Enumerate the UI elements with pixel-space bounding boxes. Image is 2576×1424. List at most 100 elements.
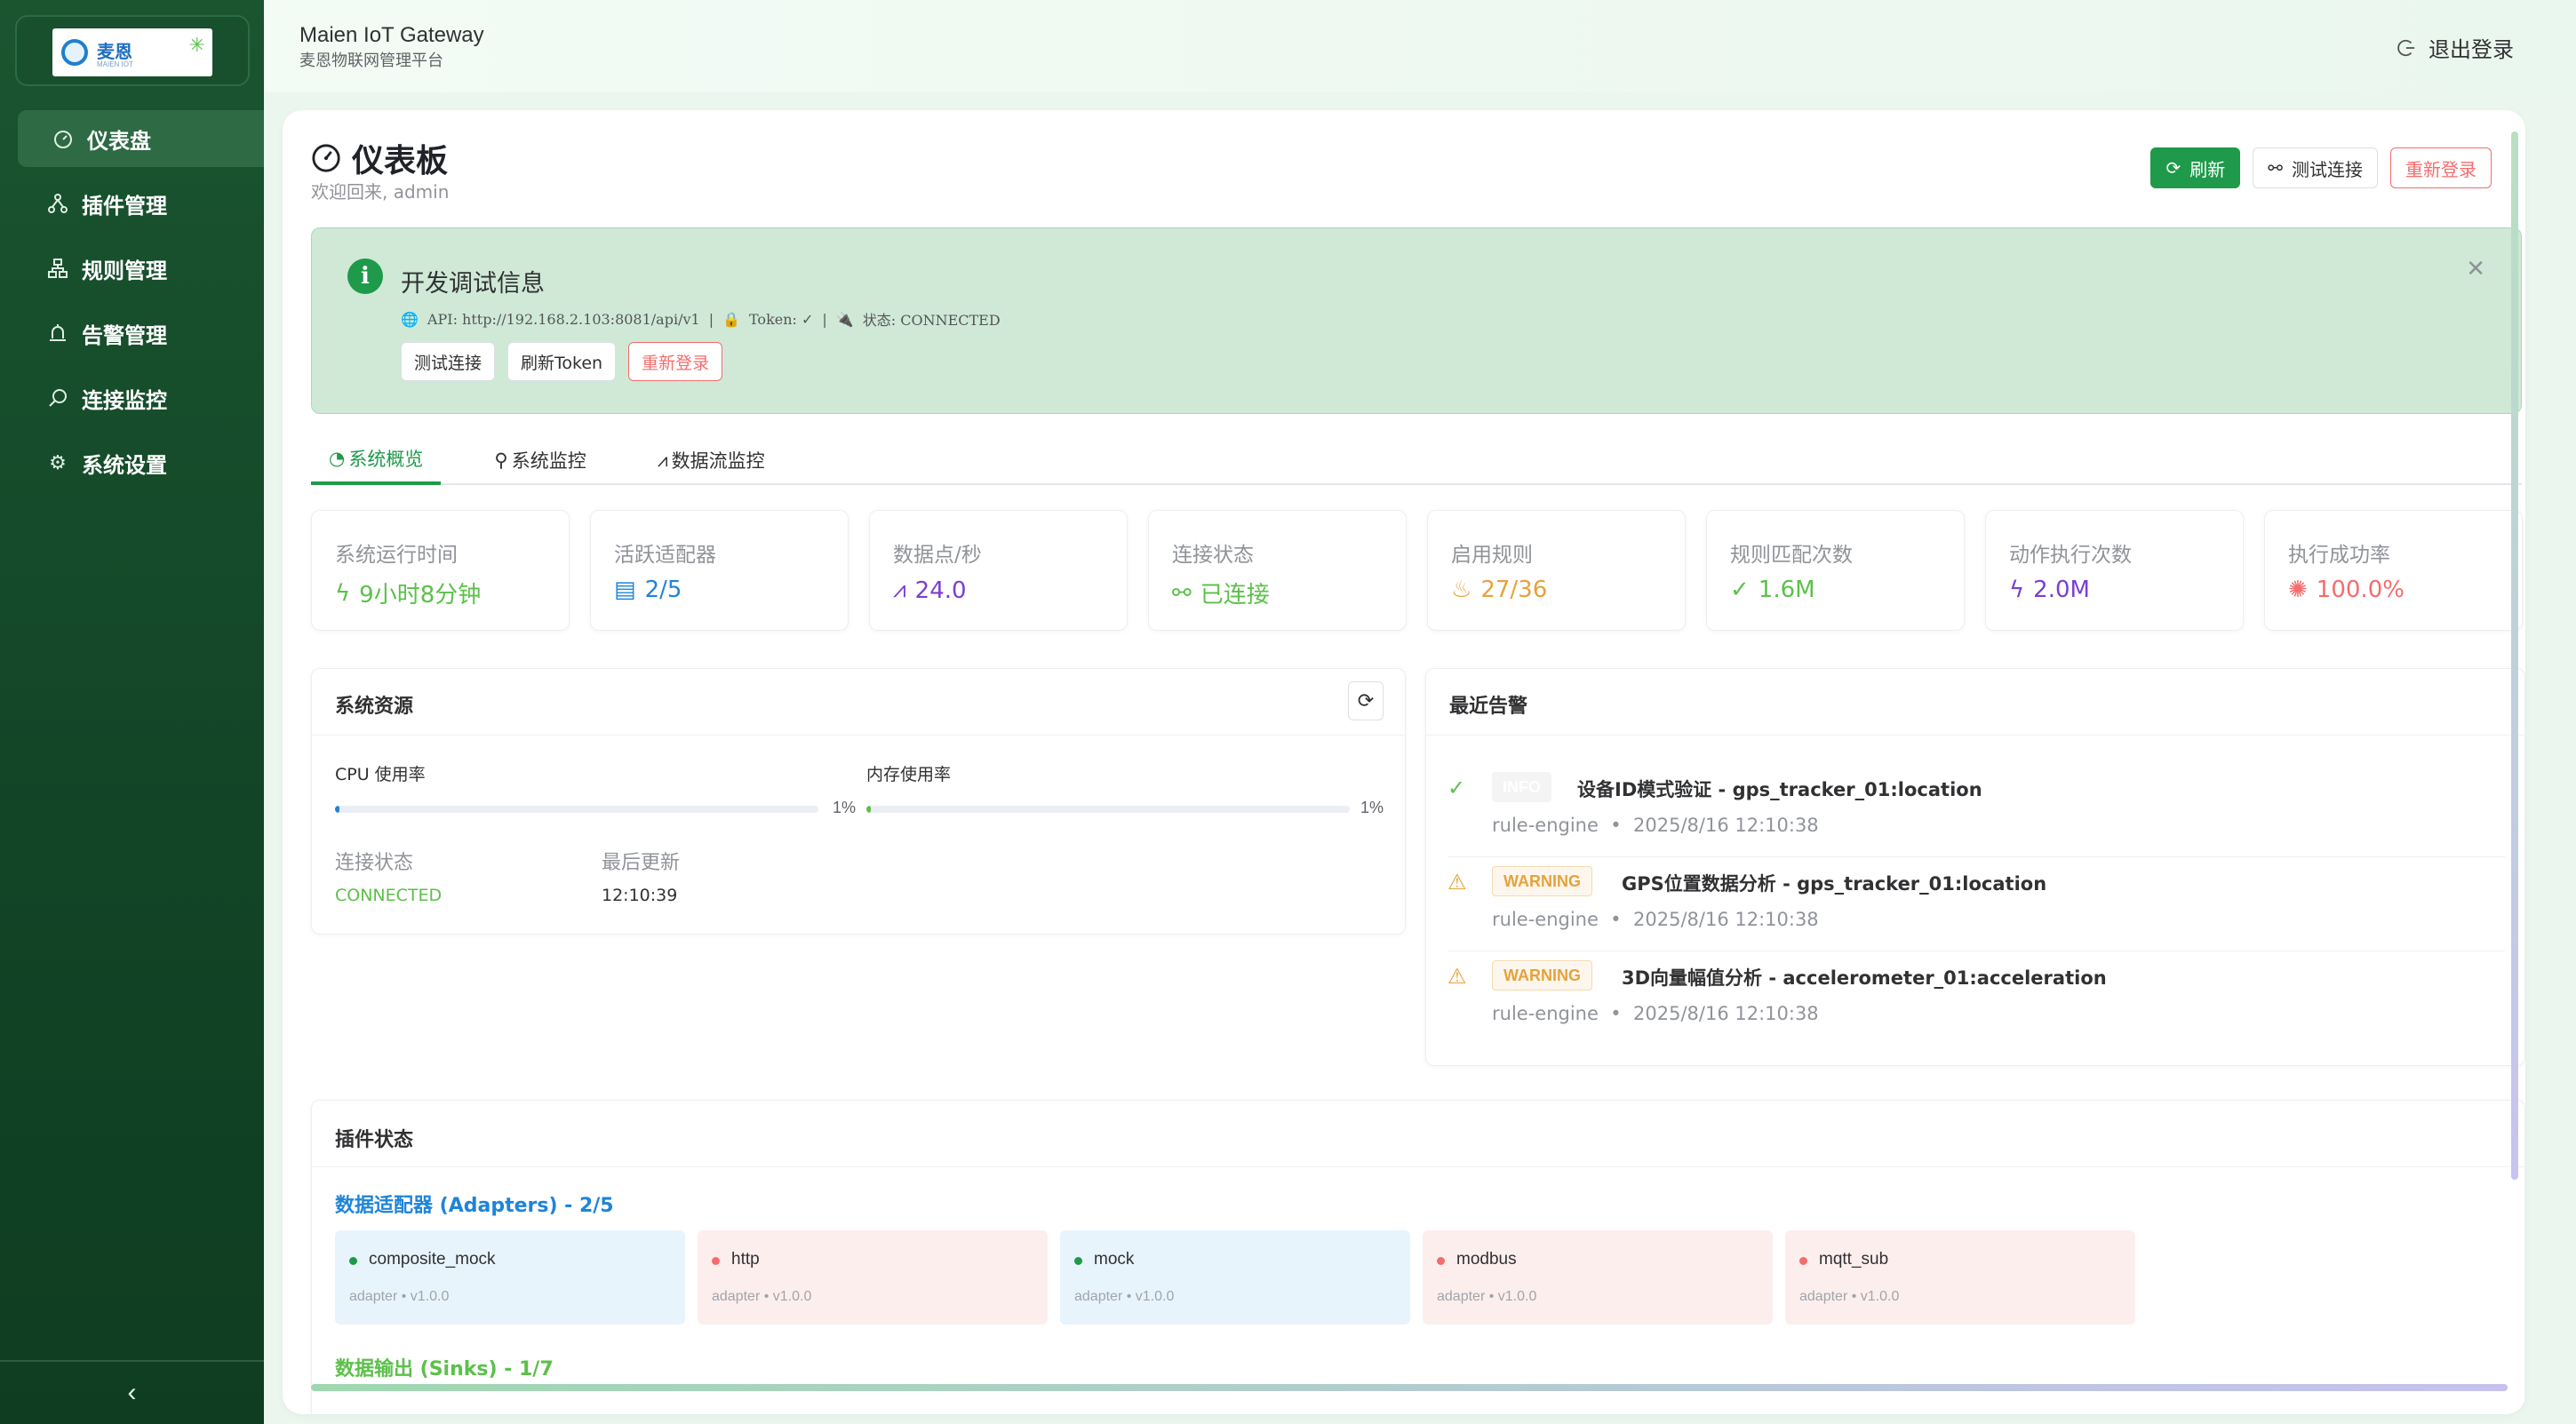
debug-api: API: http://192.168.2.103:8081/api/v1 [427,310,700,328]
fire-icon: ♨ [1451,577,1472,603]
status-dot [349,1257,357,1265]
sidebar: 麦恩 MAIEN IOT ✳ 仪表盘 插件管理 规则管理 告警管理 连接监控 ⚙… [0,0,264,1424]
refresh-icon: ⟳ [2165,157,2181,179]
cpu-percent: 1% [833,799,857,816]
logo-subtext: MAIEN IOT [97,60,133,68]
debug-test-button[interactable]: 测试连接 [401,342,496,381]
alert-title: 3D向量幅值分析 - accelerometer_01:acceleration [1622,967,2107,989]
plugin-card[interactable]: mock adapter • v1.0.0 [1060,1230,1410,1325]
stat-label: 动作执行次数 [2009,544,2132,567]
sidebar-item-alarms[interactable]: 告警管理 [0,305,264,362]
panel-title: 最近告警 [1449,696,1528,718]
stat-value-text: 27/36 [1480,577,1548,603]
connection-status-value: CONNECTED [335,886,443,905]
tab-system-monitor[interactable]: ⚲ 系统监控 [476,435,603,485]
debug-relogin-button[interactable]: 重新登录 [628,342,723,381]
refresh-token-button[interactable]: 刷新Token [507,342,617,381]
horizontal-scrollbar[interactable] [311,1384,2508,1391]
panel-title: 插件状态 [335,1129,414,1151]
cpu-label: CPU 使用率 [335,765,426,784]
alert-level-tag: WARNING [1492,866,1592,896]
warning-icon: ⚠ [1448,965,1467,989]
alert-meta: rule-engine • 2025/8/16 12:10:38 [1492,815,1819,836]
refresh-button[interactable]: ⟳ 刷新 [2150,147,2241,188]
plugin-name: mock [1094,1250,1135,1269]
plugin-card[interactable]: mqtt_sub adapter • v1.0.0 [1785,1230,2135,1325]
plugin-meta: adapter • v1.0.0 [1799,1289,1900,1304]
sidebar-item-plugins[interactable]: 插件管理 [0,175,264,232]
vertical-scrollbar[interactable] [2511,131,2518,1180]
debug-info-alert: i 开发调试信息 ✕ 🌐 API: http://192.168.2.103:8… [311,227,2522,414]
stat-value: ▤ 2/5 [614,577,682,603]
rules-icon [46,257,69,280]
status-dot [1799,1257,1807,1265]
tab-bar: ◔ 系统概览 ⚲ 系统监控 ⩘ 数据流监控 [311,435,818,489]
stat-value-text: 已连接 [1200,582,1270,609]
sidebar-collapse-button[interactable]: ‹ [0,1360,264,1424]
memory-label: 内存使用率 [866,765,952,784]
plugin-meta: adapter • v1.0.0 [1437,1289,1537,1304]
plugin-name: modbus [1456,1250,1517,1269]
debug-title: 开发调试信息 [401,270,545,298]
monitor-icon: ⚲ [494,449,508,471]
stat-value: ⩘ 24.0 [893,577,967,604]
sidebar-item-settings[interactable]: ⚙ 系统设置 [0,434,264,491]
close-icon[interactable]: ✕ [2466,255,2485,282]
plugin-card[interactable]: composite_mock adapter • v1.0.0 [335,1230,685,1325]
stat-value: ϟ 9小时8分钟 [335,577,481,609]
top-header: Maien IoT Gateway 麦恩物联网管理平台 退出登录 [264,0,2576,92]
resources-refresh-button[interactable]: ⟳ [1348,681,1384,720]
logo-box: 麦恩 MAIEN IOT ✳ [15,15,250,86]
sidebar-item-rules[interactable]: 规则管理 [0,240,264,297]
dashboard-icon: ◔ [329,448,346,469]
alert-meta: rule-engine • 2025/8/16 12:10:38 [1492,1003,1819,1024]
check-circle-icon: ✓ [1448,776,1466,800]
alert-item[interactable]: ⚠ WARNING 3D向量幅值分析 - accelerometer_01:ac… [1448,951,2505,1046]
panel-divider [312,1166,2524,1167]
sidebar-item-dashboard[interactable]: 仪表盘 [18,110,264,167]
tab-overview[interactable]: ◔ 系统概览 [311,435,442,485]
stat-value-text: 2/5 [644,577,682,603]
stat-cards: 系统运行时间 ϟ 9小时8分钟 活跃适配器 ▤ 2/5 数据点/秒 ⩘ 24.0 连接… [311,510,2523,631]
plugin-meta: adapter • v1.0.0 [349,1289,450,1304]
alert-meta: rule-engine • 2025/8/16 12:10:38 [1492,909,1819,930]
lightning-icon: ϟ [335,579,351,607]
sidebar-item-label: 系统设置 [82,452,167,478]
lock-icon: 🔒 [722,310,740,328]
test-connection-button[interactable]: ⚯ 测试连接 [2253,147,2378,188]
trend-icon: ⩘ [893,577,906,603]
tab-dataflow-monitor[interactable]: ⩘ 数据流监控 [640,435,783,485]
panel-title: 系统资源 [335,696,414,718]
dashboard-icon [312,144,340,172]
stat-value-text: 9小时8分钟 [359,582,482,609]
lightning-icon: ϟ [2009,577,2025,603]
sidebar-item-monitor[interactable]: 连接监控 [0,370,264,426]
logout-button[interactable]: 退出登录 [2397,32,2514,63]
relogin-button[interactable]: 重新登录 [2390,147,2492,188]
status-dot [1074,1257,1082,1265]
debug-status: 状态: CONNECTED [862,312,1001,329]
globe-icon: 🌐 [401,310,419,328]
dashboard-icon [52,127,75,150]
plugin-card[interactable]: modbus adapter • v1.0.0 [1423,1230,1773,1325]
stat-card-uptime: 系统运行时间 ϟ 9小时8分钟 [311,510,570,631]
sidebar-item-label: 规则管理 [82,258,167,283]
link-icon: ⚯ [2268,157,2283,179]
memory-progress-bar [866,806,1350,813]
panel-divider [312,735,1405,736]
memory-progress-fill [866,806,872,813]
alert-source: rule-engine [1492,909,1599,930]
stat-card-success-rate: 执行成功率 ✺ 100.0% [2264,510,2523,631]
alert-item[interactable]: ⚠ WARNING GPS位置数据分析 - gps_tracker_01:loc… [1448,857,2505,951]
plugin-card[interactable]: http adapter • v1.0.0 [698,1230,1048,1325]
test-connection-label: 测试连接 [2292,158,2363,180]
app-title: Maien IoT Gateway [299,23,484,47]
plugin-meta: adapter • v1.0.0 [1074,1289,1175,1304]
stat-value: ⚯ 已连接 [1172,577,1270,609]
plug-icon: 🔌 [835,310,854,328]
logo: 麦恩 MAIEN IOT ✳ [52,28,212,76]
alert-item[interactable]: ✓ INFO 设备ID模式验证 - gps_tracker_01:locatio… [1448,763,2505,857]
stat-label: 连接状态 [1172,544,1254,567]
sidebar-item-label: 告警管理 [82,322,167,348]
stat-value-text: 100.0% [2316,577,2405,603]
